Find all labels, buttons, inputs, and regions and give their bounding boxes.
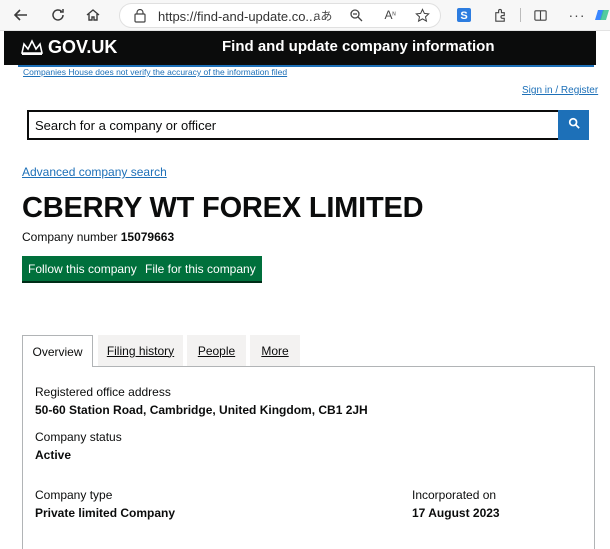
search-button[interactable] bbox=[558, 110, 589, 140]
tab-people[interactable]: People bbox=[187, 335, 246, 366]
incorporated-label: Incorporated on bbox=[412, 488, 497, 502]
registered-office-value: 50-60 Station Road, Cambridge, United Ki… bbox=[35, 403, 368, 417]
extensions-puzzle-icon[interactable] bbox=[490, 5, 510, 25]
company-number-label: Company number bbox=[22, 230, 118, 244]
incorporated-value: 17 August 2023 bbox=[412, 506, 500, 520]
company-type-label: Company type bbox=[35, 488, 113, 502]
overview-panel: Registered office address 50-60 Station … bbox=[22, 366, 595, 549]
company-type-value: Private limited Company bbox=[35, 506, 176, 520]
company-number-value: 15079663 bbox=[120, 230, 175, 244]
home-icon[interactable] bbox=[82, 4, 104, 26]
back-arrow-icon[interactable] bbox=[10, 4, 32, 26]
svg-text:S: S bbox=[460, 10, 467, 22]
read-aloud-icon[interactable]: Aᴺ bbox=[380, 5, 400, 25]
registered-office-label: Registered office address bbox=[35, 385, 171, 399]
tab-filing-history[interactable]: Filing history bbox=[98, 335, 183, 366]
url-text: https://find-and-update.co... bbox=[158, 9, 317, 24]
split-screen-icon[interactable] bbox=[530, 5, 550, 25]
govuk-logo[interactable]: GOV.UK bbox=[48, 37, 117, 58]
extension-s-icon[interactable]: S bbox=[454, 5, 474, 25]
copilot-icon[interactable] bbox=[592, 5, 610, 25]
sign-in-link[interactable]: Sign in / Register bbox=[522, 85, 598, 96]
govuk-header: GOV.UK Find and update company informati… bbox=[4, 31, 596, 65]
toolbar-divider bbox=[520, 8, 521, 22]
disclaimer-link[interactable]: Companies House does not verify the accu… bbox=[23, 67, 287, 77]
company-status-label: Company status bbox=[35, 430, 122, 444]
more-menu-icon[interactable]: ··· bbox=[567, 5, 587, 25]
file-for-company-button[interactable]: File for this company bbox=[139, 256, 262, 281]
search-input[interactable] bbox=[27, 110, 560, 140]
page-info-icon[interactable] bbox=[133, 8, 147, 28]
search-icon bbox=[568, 116, 580, 134]
tab-overview[interactable]: Overview bbox=[22, 335, 93, 367]
read-aloud-script-icon[interactable]: aあ bbox=[313, 5, 333, 25]
company-status-value: Active bbox=[35, 448, 72, 462]
crown-icon bbox=[20, 39, 44, 62]
tab-more[interactable]: More bbox=[250, 335, 300, 366]
refresh-icon[interactable] bbox=[47, 4, 69, 26]
company-name: CBERRY WT FOREX LIMITED bbox=[22, 192, 424, 224]
browser-toolbar: https://find-and-update.co... aあ Aᴺ S ··… bbox=[0, 0, 610, 31]
zoom-icon[interactable] bbox=[346, 5, 366, 25]
advanced-search-link[interactable]: Advanced company search bbox=[22, 165, 167, 179]
favorite-star-icon[interactable] bbox=[412, 5, 432, 25]
follow-company-button[interactable]: Follow this company bbox=[22, 256, 143, 281]
service-name[interactable]: Find and update company information bbox=[222, 38, 495, 55]
company-number: Company number 15079663 bbox=[22, 230, 174, 244]
